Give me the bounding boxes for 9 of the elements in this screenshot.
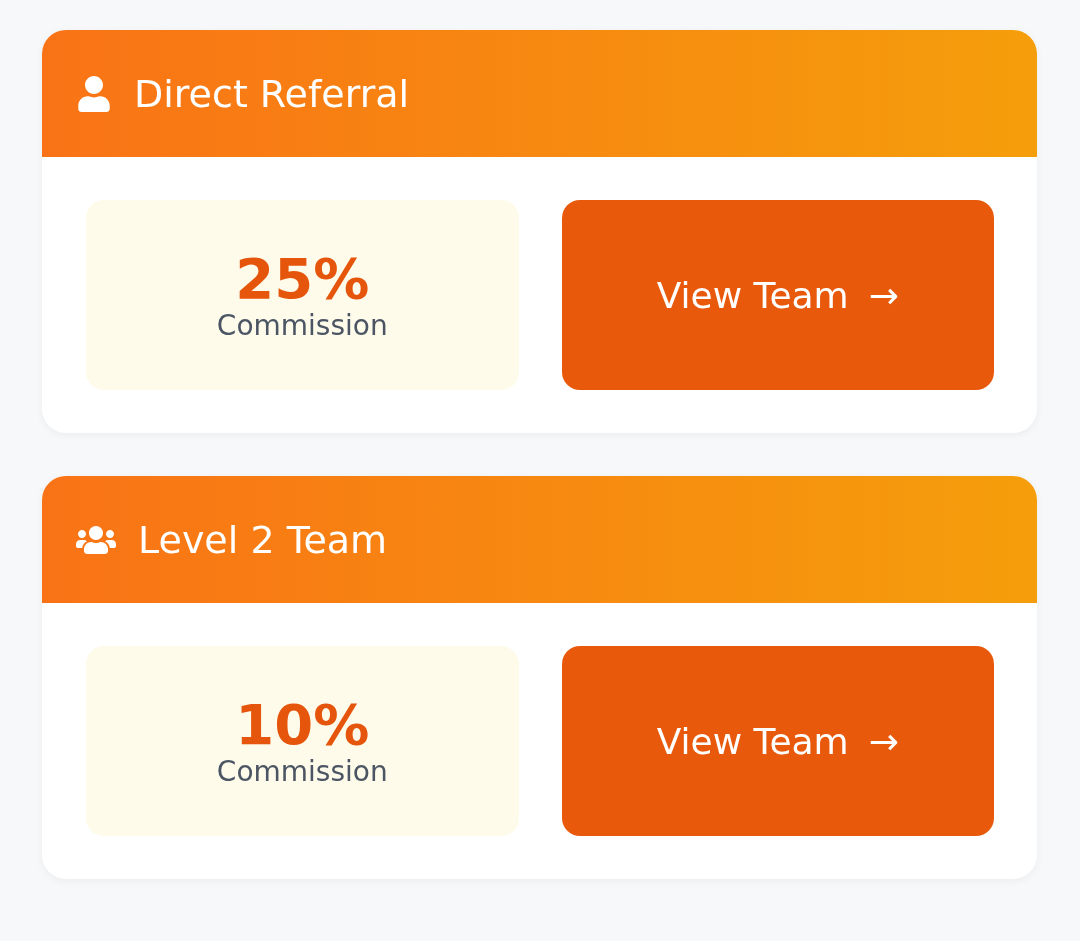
view-team-button[interactable]: View Team →	[561, 646, 994, 836]
commission-value: 10%	[235, 693, 370, 756]
card-title: Direct Referral	[134, 71, 410, 116]
view-team-button[interactable]: View Team →	[561, 200, 994, 390]
commission-label: Commission	[216, 309, 388, 343]
person-icon	[76, 75, 112, 112]
commission-value: 25%	[235, 247, 370, 310]
card-title: Level 2 Team	[138, 517, 388, 562]
commission-label: Commission	[216, 755, 388, 789]
